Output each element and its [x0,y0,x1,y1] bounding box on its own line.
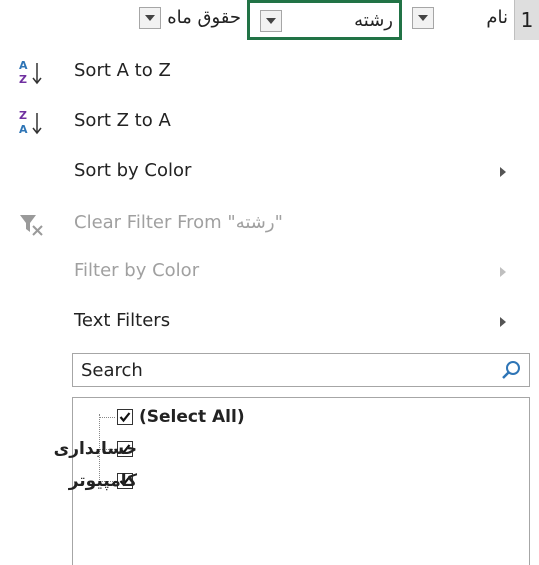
search-icon[interactable] [501,360,521,380]
checkbox-select-all[interactable] [117,409,133,425]
svg-text:Z: Z [19,109,27,122]
menu-item-label: Sort by Color [74,160,192,181]
column-salary-filter-dropdown-icon[interactable] [139,7,161,29]
submenu-arrow-icon [500,317,506,327]
column-salary-header[interactable]: حقوق ماه [137,0,247,40]
column-major-filter-dropdown-icon[interactable] [260,10,282,32]
search-input[interactable]: Search [72,353,530,387]
filter-value-list[interactable]: (Select All) حسابداری کامپیوتر [54,397,530,565]
menu-item-label: Sort Z to A [74,110,171,131]
menu-item-filter-by-color: Filter by Color [0,248,539,296]
menu-item-label: Sort A to Z [74,60,171,81]
list-item[interactable]: حسابداری [54,436,399,464]
menu-item-label: Text Filters [74,310,171,331]
list-item-label: (Select All) [139,407,245,427]
column-header-row: 1 نام رشته حقوق ماه [0,0,539,40]
submenu-arrow-icon [500,267,506,277]
menu-item-clear-filter: Clear Filter From "رشته" [0,200,539,248]
menu-item-text-filters[interactable]: Text Filters [0,298,539,346]
sort-descending-icon: Z A [19,109,42,136]
menu-item-sort-by-color[interactable]: Sort by Color [0,148,539,196]
row-number-label: 1 [520,8,534,32]
column-salary-label: حقوق ماه [167,7,241,28]
list-item-select-all[interactable]: (Select All) [99,404,399,432]
svg-text:A: A [19,123,28,136]
row-number[interactable]: 1 [514,0,539,40]
search-placeholder: Search [81,360,143,381]
submenu-arrow-icon [500,167,506,177]
menu-item-sort-a-to-z[interactable]: A Z Sort A to Z [0,48,539,96]
svg-text:Z: Z [19,73,27,86]
sort-ascending-icon: A Z [19,59,42,86]
list-item-label: حسابداری [53,439,137,459]
column-major-header[interactable]: رشته [247,0,402,40]
autofilter-menu: A Z Sort A to Z Z A Sort Z to A Sort by … [0,40,539,565]
list-item[interactable]: کامپیوتر [69,468,399,496]
tree-connector [99,417,115,418]
list-item-label: کامپیوتر [68,471,137,491]
menu-item-label: Clear Filter From "رشته" [74,212,283,233]
column-major-label: رشته [354,10,393,31]
column-name-header[interactable]: نام [402,0,514,40]
column-name-filter-dropdown-icon[interactable] [412,7,434,29]
column-name-label: نام [486,7,508,28]
svg-text:A: A [19,59,28,72]
menu-item-label: Filter by Color [74,260,200,281]
menu-item-sort-z-to-a[interactable]: Z A Sort Z to A [0,98,539,146]
clear-filter-icon [20,215,43,236]
